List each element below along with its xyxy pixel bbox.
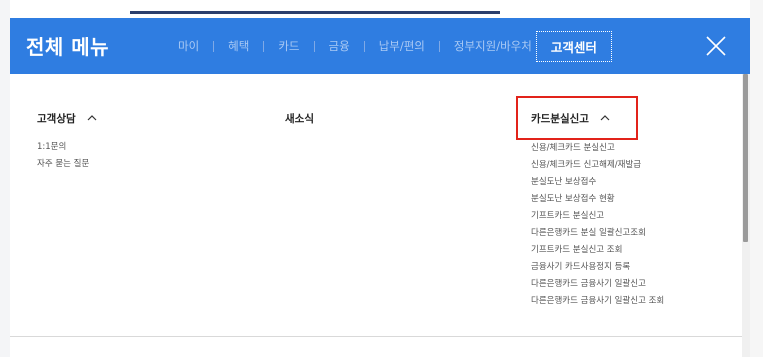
submenu-item[interactable]: 신용/체크카드 분실신고 bbox=[531, 140, 664, 157]
column-news: 새소식 bbox=[285, 110, 314, 126]
submenu-item[interactable]: 1:1문의 bbox=[37, 139, 98, 156]
submenu-list: 1:1문의 자주 묻는 질문 bbox=[37, 139, 98, 173]
nav-separator bbox=[263, 40, 265, 52]
nav-item-payment[interactable]: 납부/편의 bbox=[379, 38, 425, 54]
submenu-item[interactable]: 다른은행카드 금융사기 일괄신고 bbox=[531, 276, 664, 293]
nav-separator bbox=[313, 40, 315, 52]
column-customer-consult: 고객상담 1:1문의 자주 묻는 질문 bbox=[37, 110, 98, 173]
column-heading-news[interactable]: 새소식 bbox=[285, 110, 314, 126]
column-card-loss-report: 카드분실신고 신용/체크카드 분실신고 신용/체크카드 신고해제/재발급 분실도… bbox=[531, 110, 664, 310]
background-strip bbox=[0, 0, 763, 18]
submenu-item[interactable]: 기프트카드 분실신고 조회 bbox=[531, 242, 664, 259]
nav-item-my[interactable]: 마이 bbox=[178, 38, 199, 54]
nav-separator bbox=[438, 40, 440, 52]
category-nav: 마이 혜택 카드 금융 납부/편의 정부지원/바우처 고객센터 bbox=[178, 18, 612, 74]
submenu-item[interactable]: 다른은행카드 금융사기 일괄신고 조회 bbox=[531, 293, 664, 310]
nav-item-government-voucher[interactable]: 정부지원/바우처 bbox=[454, 38, 532, 54]
left-edge bbox=[0, 0, 10, 357]
submenu-item[interactable]: 기프트카드 분실신고 bbox=[531, 208, 664, 225]
chevron-up-icon bbox=[87, 115, 97, 121]
submenu-item[interactable]: 자주 묻는 질문 bbox=[37, 156, 98, 173]
close-button[interactable] bbox=[704, 34, 728, 58]
nav-item-customer-center[interactable]: 고객센터 bbox=[535, 30, 612, 62]
submenu-item[interactable]: 금융사기 카드사용정지 등록 bbox=[531, 259, 664, 276]
close-icon bbox=[706, 36, 726, 56]
nav-item-card[interactable]: 카드 bbox=[278, 38, 299, 54]
menu-title: 전체 메뉴 bbox=[26, 35, 110, 59]
bottom-divider bbox=[10, 336, 742, 337]
nav-item-benefits[interactable]: 혜택 bbox=[228, 38, 249, 54]
column-heading-customer-consult[interactable]: 고객상담 bbox=[37, 110, 98, 126]
highlight-box bbox=[516, 96, 638, 140]
submenu-list: 신용/체크카드 분실신고 신용/체크카드 신고해제/재발급 분실도난 보상접수 … bbox=[531, 140, 664, 310]
submenu-item[interactable]: 다른은행카드 분실 일괄신고조회 bbox=[531, 225, 664, 242]
submenu-item[interactable]: 신용/체크카드 신고해제/재발급 bbox=[531, 157, 664, 174]
column-heading-label: 새소식 bbox=[285, 112, 314, 125]
nav-item-finance[interactable]: 금융 bbox=[329, 38, 350, 54]
full-menu-page: 전체 메뉴 마이 혜택 카드 금융 납부/편의 정부지원/바우처 고객센터 고객… bbox=[0, 0, 763, 357]
submenu-item[interactable]: 분실도난 보상접수 현황 bbox=[531, 191, 664, 208]
column-heading-label: 고객상담 bbox=[37, 112, 76, 125]
background-bar bbox=[130, 11, 500, 14]
scrollbar-thumb[interactable] bbox=[743, 74, 748, 242]
submenu-item[interactable]: 분실도난 보상접수 bbox=[531, 174, 664, 191]
right-gutter bbox=[750, 0, 763, 357]
menu-header: 전체 메뉴 마이 혜택 카드 금융 납부/편의 정부지원/바우처 고객센터 bbox=[10, 18, 750, 74]
nav-separator bbox=[363, 40, 365, 52]
nav-separator bbox=[213, 40, 215, 52]
